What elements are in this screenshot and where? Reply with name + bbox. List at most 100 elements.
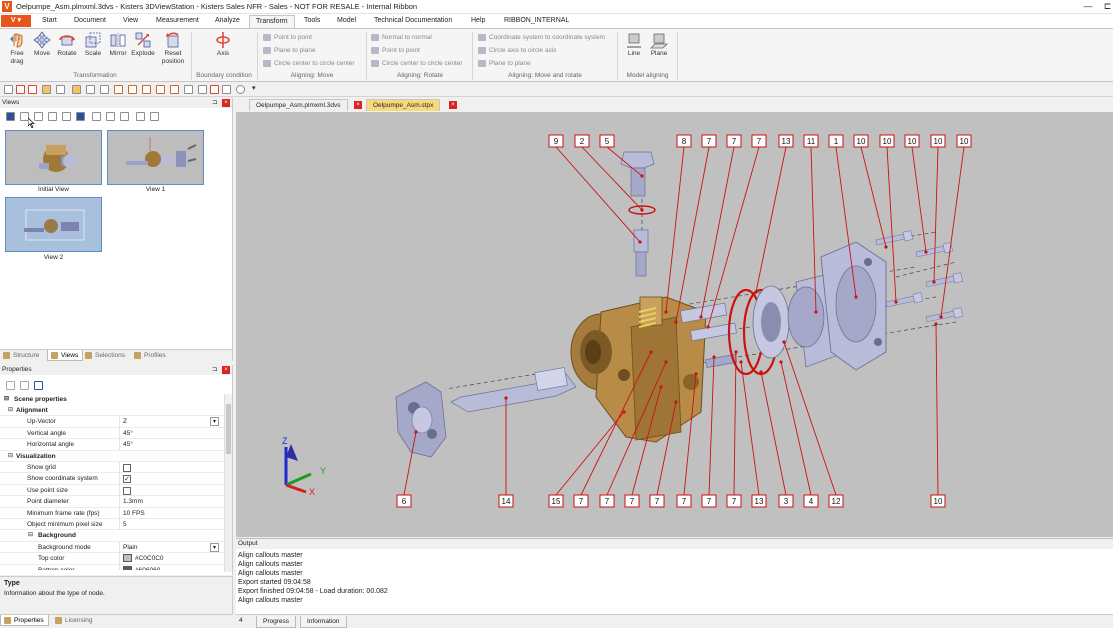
checkbox[interactable]: ✓: [123, 475, 131, 484]
tab-views[interactable]: Views: [47, 350, 84, 361]
tab-ribbon-internal[interactable]: RIBBON_INTERNAL: [498, 15, 575, 28]
property-value[interactable]: Plain: [123, 544, 137, 551]
move-button[interactable]: Move: [30, 31, 54, 58]
redo-icon[interactable]: [28, 85, 37, 94]
mirror-button[interactable]: Mirror: [106, 31, 130, 58]
app-menu-button[interactable]: V ▾: [1, 15, 31, 27]
frame-icon[interactable]: [222, 85, 231, 94]
property-group-visualization[interactable]: ⊟ Visualization: [0, 451, 224, 462]
tab-licensing[interactable]: Licensing: [52, 615, 96, 626]
tab-view[interactable]: View: [117, 15, 144, 28]
align-plane-to-plane[interactable]: Plane to plane: [478, 58, 531, 69]
rotate-button[interactable]: Rotate: [55, 31, 79, 58]
zoom-icon[interactable]: [56, 85, 65, 94]
view-mode-icon[interactable]: [72, 85, 81, 94]
import-view-icon[interactable]: [136, 112, 145, 121]
property-group-background[interactable]: ⊟ Background: [0, 530, 224, 542]
categorize-icon[interactable]: [20, 381, 29, 390]
explode-button[interactable]: Explode: [131, 31, 155, 58]
close-doc-tab-icon[interactable]: ×: [354, 101, 362, 109]
collapse-icon[interactable]: ⊟: [8, 405, 13, 416]
reset-position-button[interactable]: Reset position: [158, 31, 188, 66]
property-value-cell[interactable]: 45°: [119, 439, 220, 451]
view-right-icon[interactable]: [128, 85, 137, 94]
restore-button[interactable]: ⊏: [1102, 0, 1113, 14]
tab-tools[interactable]: Tools: [298, 15, 326, 28]
view-thumbnail-initial[interactable]: [5, 130, 102, 185]
properties-scrollbar[interactable]: [224, 394, 232, 572]
delete-view-icon[interactable]: [48, 112, 57, 121]
align-rotate-point-to-point[interactable]: Point to point: [371, 45, 420, 56]
property-value[interactable]: 45°: [123, 430, 133, 437]
property-value[interactable]: 5: [123, 521, 127, 528]
tab-structure[interactable]: Structure: [0, 350, 43, 361]
minimize-button[interactable]: —: [1074, 0, 1102, 14]
view-thumbnail-2[interactable]: [5, 197, 102, 252]
property-value-cell[interactable]: Z ▾: [119, 416, 220, 428]
next-view-icon[interactable]: [106, 112, 115, 121]
property-group-alignment[interactable]: ⊟ Alignment: [0, 405, 224, 417]
close-doc-tab-icon[interactable]: ×: [449, 101, 457, 109]
close-properties-icon[interactable]: ×: [222, 366, 230, 374]
property-value-cell[interactable]: Plain ▾: [119, 541, 220, 553]
select-icon[interactable]: [42, 85, 51, 94]
tab-help[interactable]: Help: [465, 15, 491, 28]
collapse-icon[interactable]: ⊟: [4, 394, 9, 405]
stop-icon[interactable]: [76, 112, 85, 121]
doc-tab-3dvs[interactable]: Oelpumpe_Asm.plmxml.3dvs: [249, 99, 348, 111]
add-view-icon[interactable]: [6, 112, 15, 121]
new-icon[interactable]: [4, 85, 13, 94]
shading-icon[interactable]: [236, 85, 245, 94]
tab-document[interactable]: Document: [68, 15, 112, 28]
close-views-icon[interactable]: ×: [222, 99, 230, 107]
property-pages-icon[interactable]: [34, 381, 43, 390]
sort-icon[interactable]: [6, 381, 15, 390]
tab-start[interactable]: Start: [36, 15, 63, 28]
scrollbar-thumb[interactable]: [226, 404, 231, 454]
settings-view-icon[interactable]: [150, 112, 159, 121]
tab-analyze[interactable]: Analyze: [209, 15, 246, 28]
property-value[interactable]: Z: [123, 418, 127, 425]
tab-measurement[interactable]: Measurement: [150, 15, 205, 28]
view-iso-icon[interactable]: [170, 85, 179, 94]
align-rotate-circle-center[interactable]: Circle center to circle center: [371, 58, 463, 69]
refresh-icon[interactable]: [210, 85, 219, 94]
checkbox[interactable]: [123, 464, 131, 472]
fit-all-icon[interactable]: [184, 85, 193, 94]
align-coord-system[interactable]: Coordinate system to coordinate system: [478, 32, 605, 43]
line-button[interactable]: Line: [622, 31, 646, 58]
collapse-icon[interactable]: ⊟: [28, 530, 33, 541]
tab-progress[interactable]: Progress: [256, 616, 297, 628]
view-back-icon[interactable]: [100, 85, 109, 94]
doc-tab-stpx[interactable]: Oelpumpe_Asm.stpx: [366, 99, 441, 111]
view-front-icon[interactable]: [86, 85, 95, 94]
scene-properties-header[interactable]: ⊟ Scene properties: [0, 394, 224, 405]
rotate-view-icon[interactable]: [198, 85, 207, 94]
align-rotate-normal-to-normal[interactable]: Normal to normal: [371, 32, 432, 43]
tab-information[interactable]: Information: [300, 616, 347, 628]
3d-viewport[interactable]: 9 2 5 8 7 7 7 13 11 1 10 10 10 10 10 6 14 15 7 7 7 7 7 7 7 13 3 4 12…: [236, 112, 1113, 537]
property-value[interactable]: 45°: [123, 441, 133, 448]
tab-transform[interactable]: Transform: [249, 15, 295, 28]
dropdown-arrow-icon[interactable]: ▾: [210, 417, 219, 427]
align-move-point-to-point[interactable]: Point to point: [263, 32, 312, 43]
tab-technical-documentation[interactable]: Technical Documentation: [368, 15, 458, 28]
undo-icon[interactable]: [16, 85, 25, 94]
play-icon[interactable]: [92, 112, 101, 121]
pin-icon[interactable]: ⊐: [212, 98, 217, 108]
property-value-cell[interactable]: 45°: [119, 427, 220, 439]
model-scene[interactable]: 9 2 5 8 7 7 7 13 11 1 10 10 10 10 106 14 15 7 7 7 7 7 7 7 13 3 4 12…: [236, 112, 1113, 537]
property-value-cell[interactable]: 1.3mm: [119, 496, 220, 508]
free-drag-button[interactable]: Free drag: [5, 31, 29, 66]
view-left-icon[interactable]: [114, 85, 123, 94]
axis-button[interactable]: Axis: [211, 31, 235, 58]
property-value-cell[interactable]: 5: [119, 519, 220, 530]
align-circle-axis[interactable]: Circle axis to circle axis: [478, 45, 557, 56]
align-move-circle-center[interactable]: Circle center to circle center: [263, 58, 355, 69]
customize-toolbar-icon[interactable]: ▾: [252, 85, 257, 94]
prev-view-icon[interactable]: [62, 112, 71, 121]
plane-button[interactable]: Plane: [647, 31, 671, 58]
dropdown-arrow-icon[interactable]: ▾: [210, 542, 219, 552]
property-value[interactable]: 1.3mm: [123, 498, 143, 505]
view-top-icon[interactable]: [142, 85, 151, 94]
